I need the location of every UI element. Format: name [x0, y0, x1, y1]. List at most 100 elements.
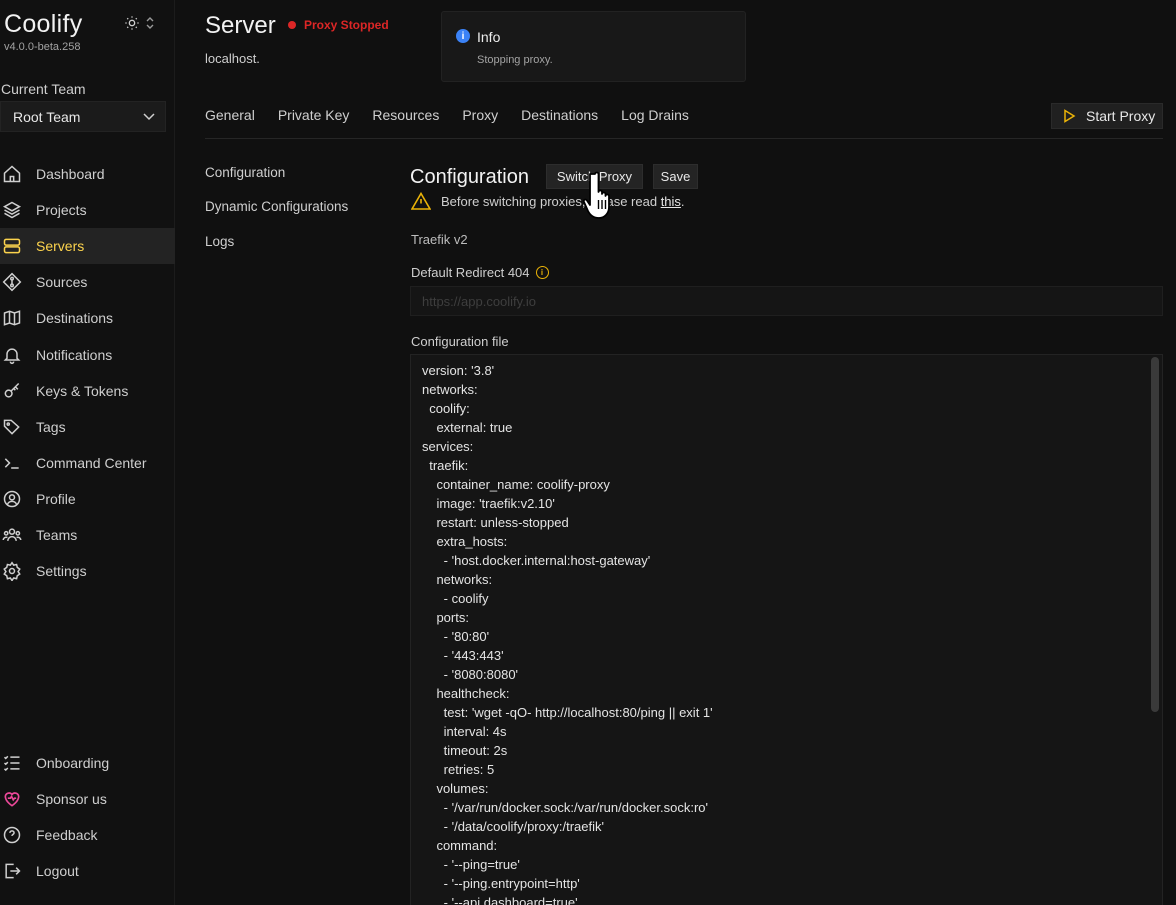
editor-scrollbar[interactable]: [1151, 357, 1159, 712]
sidebar-item-label: Feedback: [36, 827, 98, 844]
status-dot: [288, 21, 296, 29]
sidebar-item-label: Profile: [36, 490, 76, 507]
tab-general[interactable]: General: [205, 107, 255, 123]
sidebar-item-keys-tokens[interactable]: Keys & Tokens: [0, 373, 175, 409]
sidebar-item-label: Projects: [36, 202, 87, 219]
subnav-configuration[interactable]: Configuration: [205, 165, 348, 199]
sidebar-item-sponsor[interactable]: Sponsor us: [0, 781, 175, 817]
sidebar-item-label: Logout: [36, 863, 79, 880]
heart-icon: [4, 792, 20, 807]
proxy-subnav: Configuration Dynamic Configurations Log…: [205, 165, 348, 268]
sidebar-item-label: Dashboard: [36, 166, 105, 183]
sidebar-item-label: Sources: [36, 274, 88, 291]
chevron-down-icon: [143, 112, 155, 120]
checklist-icon: [3, 755, 20, 772]
tag-icon: [3, 419, 20, 435]
current-team-label: Current Team: [1, 81, 86, 97]
config-file-editor[interactable]: version: '3.8' networks: coolify: extern…: [410, 354, 1163, 905]
brand-name[interactable]: Coolify: [4, 10, 83, 39]
info-icon: i: [456, 29, 470, 43]
user-icon: [3, 490, 21, 508]
tab-log-drains[interactable]: Log Drains: [621, 107, 689, 123]
redirect-input[interactable]: [410, 286, 1163, 316]
hand-cursor-icon: [583, 171, 610, 219]
home-icon: [3, 165, 21, 183]
server-icon: [3, 238, 21, 254]
warning-suffix: .: [680, 193, 685, 209]
sidebar-item-settings[interactable]: Settings: [0, 553, 175, 589]
version-label: v4.0.0-beta.258: [4, 41, 81, 53]
start-proxy-button[interactable]: Start Proxy: [1051, 103, 1163, 129]
tab-destinations[interactable]: Destinations: [521, 107, 598, 123]
subnav-logs[interactable]: Logs: [205, 234, 348, 268]
sidebar-item-servers[interactable]: Servers: [0, 228, 175, 265]
sidebar-item-command-center[interactable]: Command Center: [0, 445, 175, 481]
tab-resources[interactable]: Resources: [372, 107, 439, 123]
sidebar-item-label: Settings: [36, 563, 87, 580]
theme-toggle[interactable]: [124, 13, 160, 33]
subnav-dynamic-configurations[interactable]: Dynamic Configurations: [205, 199, 348, 233]
bottom-nav: Onboarding Sponsor us Feedback Logout: [0, 745, 175, 889]
sidebar-item-teams[interactable]: Teams: [0, 517, 175, 553]
status-text: Proxy Stopped: [304, 18, 389, 32]
sun-icon: [125, 16, 139, 30]
sidebar-item-tags[interactable]: Tags: [0, 409, 175, 445]
sidebar-item-label: Command Center: [36, 454, 147, 471]
save-button[interactable]: Save: [653, 164, 698, 189]
server-tabs: General Private Key Resources Proxy Dest…: [205, 107, 712, 123]
sidebar-item-label: Keys & Tokens: [36, 382, 129, 399]
chevron-updown-icon: [146, 17, 154, 29]
destinations-icon: [3, 310, 21, 327]
tab-proxy[interactable]: Proxy: [462, 107, 498, 123]
page-title: Server: [205, 12, 276, 39]
team-select[interactable]: Root Team: [0, 101, 166, 132]
git-icon: [2, 272, 22, 292]
help-icon: [3, 826, 21, 844]
info-icon[interactable]: i: [535, 266, 549, 279]
gear-icon: [3, 561, 21, 582]
start-proxy-label: Start Proxy: [1086, 108, 1156, 124]
redirect-label-text: Default Redirect 404: [411, 265, 530, 280]
sidebar: Coolify v4.0.0-beta.258 Current Team Roo…: [0, 0, 175, 905]
logout-icon: [5, 863, 21, 879]
sidebar-item-label: Servers: [36, 238, 85, 255]
sidebar-item-label: Destinations: [36, 310, 114, 327]
tab-private-key[interactable]: Private Key: [278, 107, 350, 123]
sidebar-item-label: Sponsor us: [36, 791, 107, 808]
config-file-content[interactable]: version: '3.8' networks: coolify: extern…: [411, 355, 1162, 905]
header-divider: [205, 138, 1163, 139]
warning-link[interactable]: this: [661, 194, 681, 209]
sidebar-item-feedback[interactable]: Feedback: [0, 817, 175, 853]
team-select-value: Root Team: [13, 108, 81, 125]
switch-warning: Before switching proxies, please read th…: [411, 192, 685, 210]
sidebar-item-label: Onboarding: [36, 755, 110, 772]
sidebar-item-label: Tags: [36, 418, 66, 435]
sidebar-item-projects[interactable]: Projects: [0, 192, 175, 228]
toast-title: Info: [477, 29, 501, 45]
sidebar-item-label: Notifications: [36, 346, 113, 363]
server-subtitle: localhost.: [205, 51, 260, 66]
layers-icon: [2, 201, 22, 219]
sidebar-item-logout[interactable]: Logout: [0, 853, 175, 889]
proxy-type-label: Traefik v2: [411, 232, 468, 247]
sidebar-item-label: Teams: [36, 526, 78, 543]
status-badge: Proxy Stopped: [288, 18, 389, 32]
info-toast[interactable]: i Info Stopping proxy.: [441, 11, 746, 82]
toast-message: Stopping proxy.: [477, 54, 553, 66]
redirect-label: Default Redirect 404 i: [411, 265, 549, 280]
terminal-icon: [4, 458, 19, 469]
configuration-title: Configuration: [410, 166, 529, 188]
main-nav: Dashboard Projects Servers Sources Desti…: [0, 156, 175, 589]
sidebar-item-profile[interactable]: Profile: [0, 481, 175, 517]
sidebar-item-sources[interactable]: Sources: [0, 264, 175, 300]
sidebar-item-onboarding[interactable]: Onboarding: [0, 745, 175, 781]
key-icon: [4, 382, 20, 398]
sidebar-item-dashboard[interactable]: Dashboard: [0, 156, 175, 192]
sidebar-item-notifications[interactable]: Notifications: [0, 336, 175, 372]
config-file-label: Configuration file: [411, 334, 509, 349]
warning-icon: [411, 192, 431, 210]
sidebar-item-destinations[interactable]: Destinations: [0, 300, 175, 336]
warning-text: Before switching proxies, please read th…: [441, 194, 685, 209]
play-icon: [1064, 109, 1076, 123]
bell-icon: [3, 348, 21, 364]
